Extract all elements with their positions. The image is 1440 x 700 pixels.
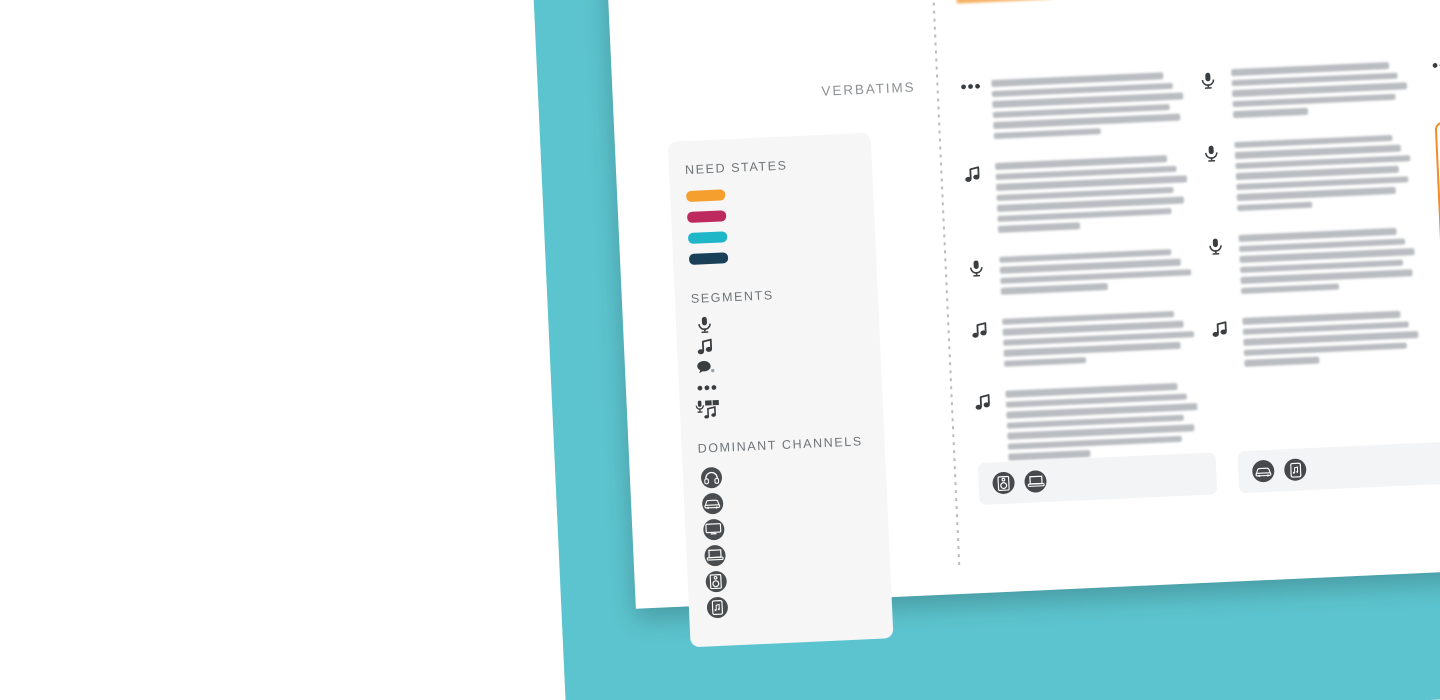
microphone-icon [1203, 142, 1226, 162]
three-dots-icon [695, 384, 719, 392]
microphone-icon [692, 316, 717, 334]
legend-title-need-states: NEED STATES [684, 158, 788, 178]
verbatim-quote-text [1002, 309, 1199, 370]
verbatim-quote-text [1231, 61, 1412, 122]
column-1 [954, 0, 1204, 486]
color-swatch-icon [687, 231, 728, 244]
car-icon[interactable] [1251, 459, 1275, 483]
verbatim-item[interactable] [968, 248, 1196, 300]
verbatim-quote-text [995, 154, 1193, 236]
redacted-text-line [993, 127, 1102, 140]
column-3 [1426, 0, 1440, 449]
television-icon [702, 518, 725, 541]
microphone-icon [1200, 70, 1223, 90]
presentation-board-wrapper: INSIGHTS VERBATIMS NEED STATES SEGMENTS … [581, 0, 1440, 648]
music-note-icon [1211, 318, 1234, 337]
redacted-text-line [1000, 283, 1109, 295]
channel-bar-column-2 [1237, 441, 1440, 494]
legend-title-segments: SEGMENTS [690, 288, 775, 306]
verbatim-item[interactable] [1432, 51, 1440, 102]
row-label-insights: INSIGHTS [668, 0, 912, 8]
verbatim-quote-text [991, 71, 1189, 143]
need-states-list [670, 178, 877, 271]
redacted-text-line [1232, 107, 1309, 118]
verbatim-item[interactable] [964, 154, 1193, 238]
microphone-icon [1208, 235, 1231, 255]
legend-title-channels: DOMINANT CHANNELS [697, 434, 864, 456]
music-note-icon [974, 391, 997, 410]
mobile-device-icon[interactable] [1283, 458, 1307, 482]
verbatim-item[interactable] [1203, 134, 1416, 217]
color-swatch-icon [688, 252, 729, 265]
mobile-device-icon [705, 596, 728, 619]
verbatim-quote-text [999, 248, 1196, 299]
verbatim-quote-text [1242, 310, 1423, 371]
channels-list [682, 456, 892, 621]
verbatim-quote-text [1238, 227, 1421, 298]
microphone-icon [968, 257, 991, 277]
redacted-text-line [1237, 201, 1313, 212]
verbatim-item[interactable] [971, 309, 1199, 372]
vertical-dotted-divider [922, 0, 961, 571]
car-icon [701, 492, 724, 515]
speaker-icon [704, 570, 727, 593]
insight-text-block [954, 0, 1182, 4]
legend-card: NEED STATES SEGMENTS DOMINANT CHANNELS [667, 132, 894, 648]
verbatim-quote-text [1005, 382, 1203, 464]
segments-list [676, 306, 884, 420]
board-content: INSIGHTS VERBATIMS NEED STATES SEGMENTS … [581, 0, 1440, 648]
verbatim-item[interactable] [1211, 310, 1423, 372]
verbatim-item[interactable] [1208, 227, 1421, 299]
color-swatch-icon [686, 210, 727, 224]
verbatim-item[interactable] [974, 382, 1203, 466]
redacted-text-line [956, 0, 1052, 4]
verbatim-quote-text [1234, 134, 1416, 216]
row-label-verbatims: VERBATIMS [821, 79, 916, 99]
column-2 [1194, 0, 1425, 392]
verbatim-list [1432, 51, 1440, 429]
laptop-icon[interactable] [1024, 470, 1048, 493]
verbatim-list [960, 71, 1203, 465]
highlighted-verbatim-card[interactable] [1434, 112, 1440, 286]
verbatim-list [1200, 61, 1423, 372]
music-note-icon [971, 319, 994, 338]
presentation-board: INSIGHTS VERBATIMS NEED STATES SEGMENTS … [581, 0, 1440, 648]
screenshot-stage: INSIGHTS VERBATIMS NEED STATES SEGMENTS … [0, 0, 1440, 700]
three-dots-icon [1432, 59, 1440, 69]
three-dots-icon [960, 80, 982, 90]
verbatim-item[interactable] [1200, 61, 1412, 123]
mic-and-music-icon [695, 399, 720, 419]
redacted-text-line [1244, 356, 1320, 367]
music-note-icon [964, 163, 987, 182]
speaker-icon[interactable] [992, 471, 1016, 495]
speech-bubble-icon [694, 359, 719, 374]
music-note-icon [693, 337, 718, 354]
redacted-text-line [1003, 356, 1087, 367]
headphones-icon [700, 466, 722, 489]
redacted-text-line [997, 222, 1080, 233]
redacted-text-line [1240, 283, 1340, 294]
laptop-icon [703, 544, 726, 567]
verbatim-item[interactable] [960, 71, 1189, 144]
color-swatch-icon [685, 189, 726, 203]
